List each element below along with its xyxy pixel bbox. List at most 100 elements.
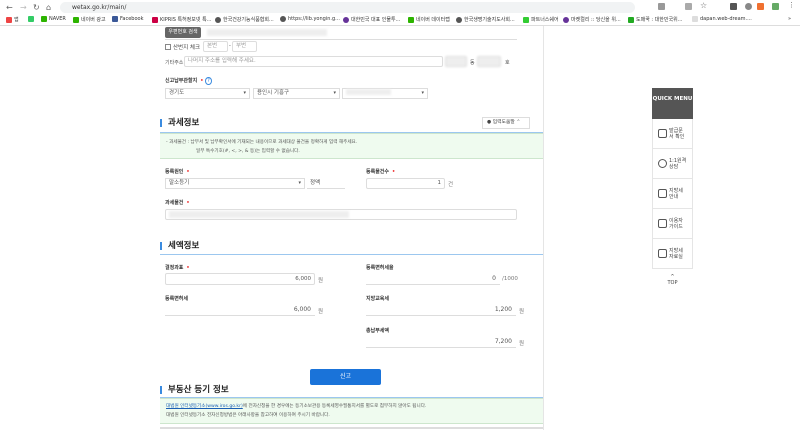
count-label: 등록물건수 •: [366, 168, 395, 175]
notice-line: 대법원 인터넷등기소 전자신청방법은 아래사항을 참고하여 이용하여 주시기 바…: [166, 413, 330, 418]
main-number-input[interactable]: 본번: [203, 41, 228, 52]
question-icon: ●: [487, 120, 492, 125]
item-label: 1:1원격 상담: [669, 157, 687, 170]
bookmark[interactable]: 한국건강기능식품협회...: [215, 16, 274, 23]
notice-line: 일부 특수기호(#, <, >, & 등)는 입력할 수 없습니다.: [196, 149, 300, 154]
mountain-check-label: 산번지 체크: [173, 45, 201, 51]
browser-chrome: ← → ↻ ⌂ wetax.go.kr/main/ ☆ ⋮ 앱 NAVER 네이…: [0, 0, 800, 26]
quick-item-remote[interactable]: 1:1원격 상담: [652, 149, 693, 179]
chevron-up-icon: ⌃: [516, 120, 521, 125]
input-help-button[interactable]: ● 입력도움말 ⌃: [482, 117, 530, 129]
bookmark[interactable]: 한국생명기술지도사회...: [456, 16, 515, 23]
rate-value: 0: [366, 273, 500, 285]
back-icon[interactable]: ←: [6, 3, 13, 12]
star-icon[interactable]: ☆: [700, 1, 707, 10]
bookmark[interactable]: 마켓컬리 :: 당신을 위...: [563, 16, 621, 23]
jurisdiction-label: 신고납부관할지 • ?: [165, 77, 212, 85]
sub-number-input[interactable]: 부번: [232, 41, 257, 52]
bookmark[interactable]: KIPRIS 특허정보넷 특...: [152, 16, 211, 23]
label-text: 신고납부관할지: [165, 78, 198, 84]
key-icon[interactable]: [658, 3, 665, 10]
notice-line: 대법원 인터넷등기소(www.iros.go.kr)에 전자신청을 한 경우에는…: [166, 402, 537, 411]
document-icon: [658, 219, 667, 228]
quick-item-archive[interactable]: 지방세 자료실: [652, 239, 693, 269]
section-divider: [160, 254, 543, 255]
iros-link[interactable]: 대법원 인터넷등기소(www.iros.go.kr): [166, 404, 243, 409]
etc-address-input[interactable]: 나머지 주소를 입력해 주세요.: [184, 56, 443, 67]
mountain-checkbox[interactable]: [165, 44, 171, 50]
ho-input[interactable]: [477, 56, 501, 67]
bookmarks-more[interactable]: »: [788, 16, 791, 22]
bookmark-play[interactable]: [28, 16, 34, 22]
quick-item-documents[interactable]: 발급문서 확인: [652, 119, 693, 149]
district-blurred: [346, 89, 391, 95]
dong-input[interactable]: [445, 56, 467, 67]
label-text: 등록물건수: [366, 169, 390, 175]
required-mark: •: [200, 78, 204, 84]
won-unit: 원: [318, 278, 324, 284]
profile-icon[interactable]: [772, 3, 779, 10]
postcode-search-button[interactable]: 우편번호 검색: [165, 27, 201, 38]
forward-icon[interactable]: →: [20, 3, 27, 12]
registry-title: 부동산 등기 정보: [160, 386, 229, 394]
label-text: 과세물건: [165, 200, 184, 206]
address-bar[interactable]: wetax.go.kr/main/: [60, 2, 635, 13]
total-label: 총납부세액: [366, 328, 390, 334]
help-icon[interactable]: ?: [205, 77, 212, 85]
total-value: 7,200: [366, 336, 516, 348]
bookmark[interactable]: 네이버 광고: [73, 16, 106, 23]
base-input[interactable]: 6,000: [165, 273, 315, 285]
required-mark: •: [186, 265, 190, 271]
notice-text: 에 전자신청을 한 경우에는 등기소보관용 등록세영수필통지서를 별도로 첨부하…: [242, 404, 427, 409]
extension-icon[interactable]: [730, 3, 737, 10]
registry-notice: 대법원 인터넷등기소(www.iros.go.kr)에 전자신청을 한 경우에는…: [160, 398, 543, 424]
cause-select[interactable]: 말소등기: [165, 178, 305, 189]
city-select[interactable]: 용인시 기흥구: [253, 88, 340, 99]
bookmark[interactable]: 파트너스쉐어: [523, 16, 559, 23]
home-icon[interactable]: ⌂: [46, 3, 51, 12]
province-select[interactable]: 경기도: [165, 88, 250, 99]
district-select[interactable]: [342, 88, 428, 99]
etc-address-label: 기타주소: [165, 60, 184, 66]
rate-label: 등록면허세율: [366, 265, 394, 271]
bookmark[interactable]: Facebook: [112, 16, 144, 22]
tax-info-title: 과세정보: [160, 119, 199, 127]
dash: -: [229, 43, 231, 49]
dong-label: 동: [470, 60, 475, 66]
translate-icon[interactable]: [685, 3, 692, 10]
bookmark[interactable]: 네이버 데이터랩: [408, 16, 450, 23]
menu-icon[interactable]: ⋮: [788, 1, 795, 9]
submit-button[interactable]: 신고: [310, 369, 381, 385]
extension-icon[interactable]: [745, 3, 752, 10]
item-label: 이용자 가이드: [669, 217, 683, 230]
reg-tax-value: 6,000: [165, 304, 315, 316]
ho-label: 호: [505, 60, 510, 66]
amount-info-title: 세액정보: [160, 242, 199, 250]
address-blurred: [207, 29, 327, 36]
help-label: 입력도움말: [492, 120, 515, 125]
bookmark[interactable]: NAVER: [41, 16, 66, 22]
edu-tax-label: 지방교육세: [366, 296, 390, 302]
top-button[interactable]: ^ TOP: [652, 274, 693, 286]
quick-item-guide[interactable]: 지방세 안내: [652, 179, 693, 209]
object-blurred: [169, 211, 349, 218]
extension-icon[interactable]: [757, 3, 764, 10]
bookmark[interactable]: 대한민국 대표 인물투...: [343, 16, 400, 23]
count-input[interactable]: 1: [366, 178, 445, 189]
cause-label: 등록원인 •: [165, 168, 190, 175]
quick-menu-header: QUICK MENU: [652, 88, 693, 119]
bookmark[interactable]: dapan.web-dream....: [692, 16, 752, 22]
divider: [165, 39, 517, 40]
quick-item-user-guide[interactable]: 이용자 가이드: [652, 209, 693, 239]
base-label: 결정과표 •: [165, 264, 190, 271]
bookmark[interactable]: https://lib.yongin.g...: [280, 16, 340, 22]
won-unit: 원: [519, 309, 525, 315]
required-mark: •: [392, 169, 396, 175]
divider: [160, 427, 543, 429]
bookmark-apps[interactable]: 앱: [6, 16, 19, 23]
edu-tax-value: 1,200: [366, 304, 516, 316]
reload-icon[interactable]: ↻: [33, 3, 40, 12]
headset-icon: [658, 159, 667, 168]
object-input[interactable]: [165, 209, 517, 220]
bookmark[interactable]: 도매꾹 : 대한민국위...: [628, 16, 682, 23]
